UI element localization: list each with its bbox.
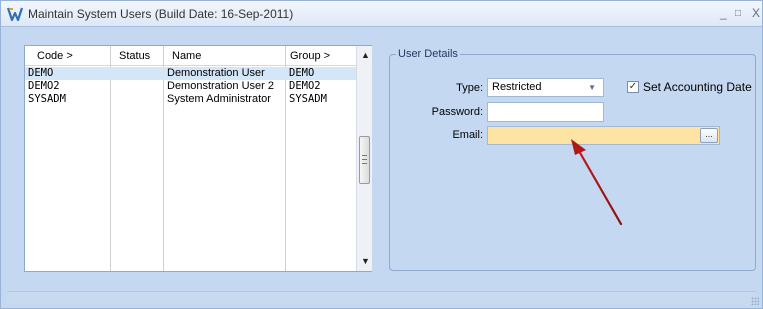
maintain-system-users-window: Maintain System Users (Build Date: 16-Se… [0, 0, 763, 309]
type-value: Restricted [492, 81, 542, 93]
scroll-up-arrow-icon[interactable]: ▲ [361, 50, 370, 60]
cell-name: Demonstration User [167, 67, 265, 79]
status-bar [7, 291, 756, 305]
type-dropdown[interactable]: Restricted ▼ [487, 78, 604, 97]
cell-name: System Administrator [167, 93, 271, 105]
column-header-code[interactable]: Code > [37, 50, 73, 62]
password-label: Password: [431, 106, 483, 118]
grip-icon [362, 155, 367, 164]
cell-group: DEMO [289, 67, 315, 79]
type-label: Type: [456, 82, 483, 94]
cell-group: SYSADM [289, 93, 327, 105]
table-row[interactable]: DEMO2 Demonstration User 2 DEMO2 [25, 80, 356, 93]
scroll-down-arrow-icon[interactable]: ▼ [361, 256, 370, 266]
set-accounting-date-checkbox[interactable]: ✓ [627, 81, 639, 93]
cell-code: DEMO2 [28, 80, 60, 92]
column-header-status[interactable]: Status [119, 50, 150, 62]
column-header-name[interactable]: Name [172, 50, 201, 62]
user-list-grid[interactable]: Code > Status Name Group > DEMO Demonstr… [24, 45, 372, 272]
cell-name: Demonstration User 2 [167, 80, 274, 92]
cell-code: DEMO [28, 67, 54, 79]
cell-code: SYSADM [28, 93, 66, 105]
table-row[interactable]: SYSADM System Administrator SYSADM [25, 93, 356, 106]
cell-group: DEMO2 [289, 80, 321, 92]
close-button[interactable]: X [752, 6, 760, 20]
column-header-group[interactable]: Group > [290, 50, 330, 62]
resize-grip-icon[interactable] [751, 297, 759, 305]
app-logo-icon [6, 7, 24, 22]
annotation-arrow-icon [571, 139, 623, 226]
set-accounting-date-label[interactable]: Set Accounting Date [643, 80, 752, 94]
grid-header: Code > Status Name Group > [25, 46, 356, 66]
password-field[interactable] [487, 102, 604, 122]
title-bar: Maintain System Users (Build Date: 16-Se… [1, 1, 762, 27]
scroll-thumb[interactable] [359, 136, 370, 184]
email-browse-button[interactable]: ... [700, 128, 718, 143]
email-label: Email: [452, 129, 483, 141]
chevron-down-icon: ▼ [588, 83, 596, 92]
minimize-button[interactable]: _ [720, 6, 727, 20]
window-title: Maintain System Users (Build Date: 16-Se… [28, 7, 294, 21]
maximize-button[interactable]: □ [735, 7, 741, 21]
vertical-scrollbar[interactable]: ▲ ▼ [356, 46, 372, 271]
user-grid-body: Code > Status Name Group > DEMO Demonstr… [25, 46, 356, 271]
user-details-legend: User Details [396, 48, 460, 60]
table-row[interactable]: DEMO Demonstration User DEMO [25, 67, 356, 80]
